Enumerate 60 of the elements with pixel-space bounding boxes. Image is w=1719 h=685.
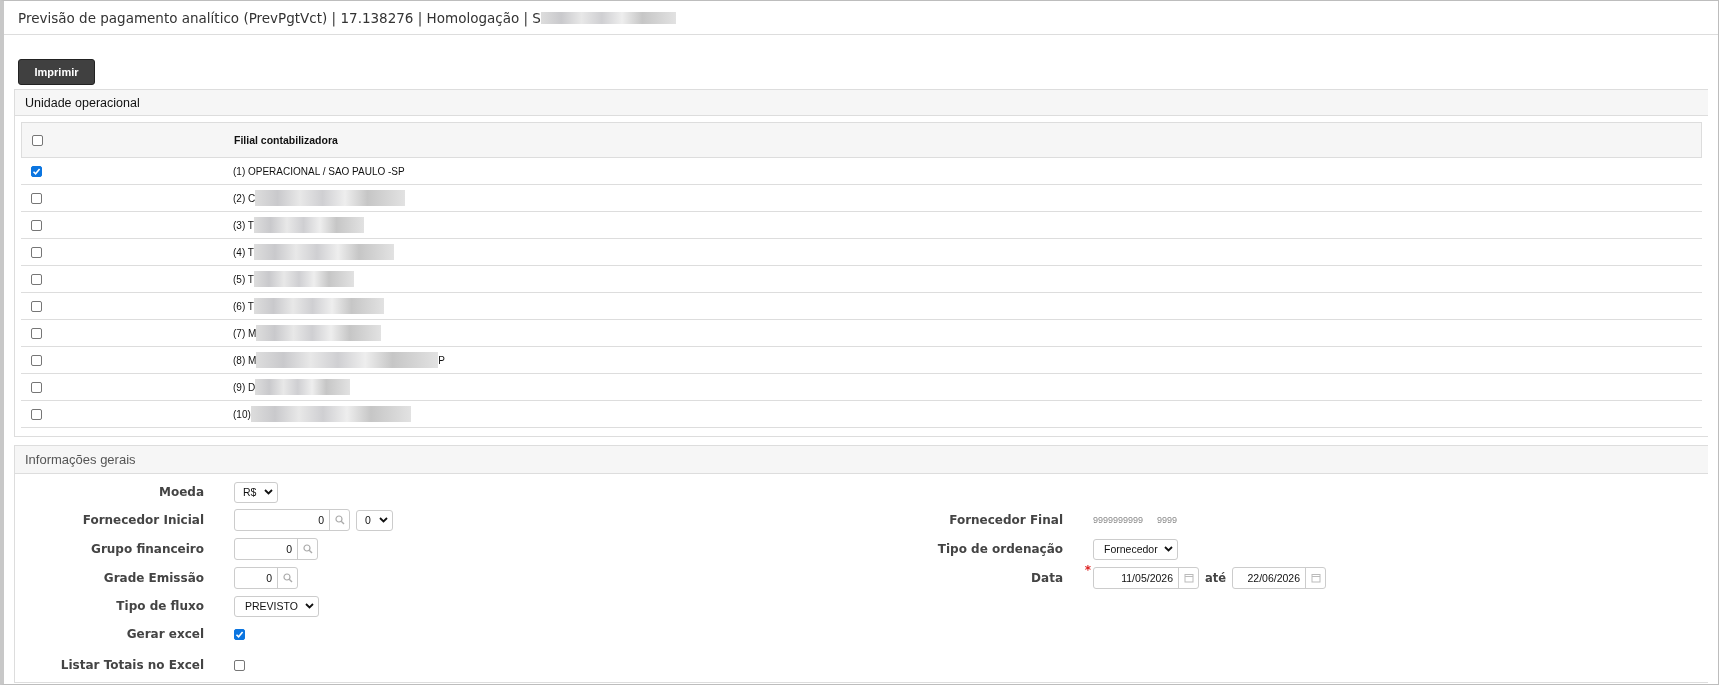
select-field[interactable]: R$ bbox=[234, 481, 278, 503]
checkbox[interactable] bbox=[234, 659, 245, 671]
table-cell: (9) D bbox=[233, 381, 256, 393]
checkbox[interactable] bbox=[31, 246, 42, 258]
checkbox[interactable] bbox=[31, 165, 42, 177]
column-header: Filial contabilizadora bbox=[234, 134, 338, 146]
lookup-field[interactable]: 0 bbox=[234, 509, 350, 531]
field-label: Tipo de fluxo bbox=[115, 599, 204, 613]
lookup-field[interactable]: 0 bbox=[234, 538, 318, 560]
field-label: Gerar excel bbox=[125, 627, 204, 641]
calendar-icon bbox=[1183, 573, 1194, 583]
chevron-down-icon bbox=[264, 489, 273, 495]
panel-header: Informações gerais bbox=[15, 446, 1708, 474]
value-text: 9999999999 bbox=[1093, 515, 1144, 525]
table-cell: (7) M bbox=[233, 327, 257, 339]
lookup-field[interactable]: 0 bbox=[234, 567, 298, 589]
field-label: Tipo de ordenação bbox=[936, 542, 1063, 556]
checkbox[interactable] bbox=[31, 408, 42, 420]
value-text: 9999 bbox=[1157, 515, 1178, 525]
calendar-icon bbox=[1310, 573, 1321, 583]
date-field[interactable]: 11/05/2026 bbox=[1093, 567, 1199, 589]
checkbox[interactable] bbox=[31, 300, 42, 312]
select-field[interactable]: Fornecedor bbox=[1093, 538, 1178, 560]
checkbox[interactable] bbox=[31, 273, 42, 285]
select-field[interactable]: 0 bbox=[356, 509, 393, 531]
field-label: Grade Emissão bbox=[102, 571, 204, 585]
checkbox[interactable] bbox=[31, 192, 42, 204]
search-icon bbox=[282, 573, 293, 583]
field-label: Grupo financeiro bbox=[90, 542, 204, 556]
table-cell: (1) OPERACIONAL / SAO PAULO -SP bbox=[233, 165, 405, 177]
checkbox[interactable] bbox=[234, 628, 245, 640]
checkbox[interactable] bbox=[31, 327, 42, 339]
select-field[interactable]: PREVISTO bbox=[234, 595, 319, 617]
print-button[interactable]: Imprimir bbox=[18, 59, 95, 85]
separator-text: até bbox=[1205, 571, 1227, 585]
checkbox[interactable] bbox=[31, 219, 42, 231]
window-title: Previsão de pagamento analítico (PrevPgtVct) | 17.138276 | Homologação | S bbox=[18, 9, 541, 26]
table-cell: (2) C bbox=[233, 192, 256, 204]
table-cell: (4) T bbox=[233, 246, 254, 258]
table-cell: P bbox=[438, 354, 445, 366]
panel-header: Unidade operacional bbox=[15, 90, 1708, 116]
field-label: Fornecedor Inicial bbox=[81, 513, 204, 527]
field-label: Listar Totais no Excel bbox=[59, 658, 204, 672]
search-icon bbox=[334, 515, 345, 525]
chevron-down-icon bbox=[305, 603, 314, 609]
table-cell: (8) M bbox=[233, 354, 257, 366]
table-cell: (5) T bbox=[233, 273, 254, 285]
required-mark: * bbox=[1084, 563, 1091, 577]
field-label: Moeda bbox=[158, 485, 204, 499]
checkbox[interactable] bbox=[31, 354, 42, 366]
date-field[interactable]: 22/06/2026 bbox=[1232, 567, 1327, 589]
table-cell: (3) T bbox=[233, 219, 254, 231]
table-cell: (10) bbox=[233, 408, 251, 420]
chevron-down-icon bbox=[1164, 546, 1173, 552]
field-label: Fornecedor Final bbox=[948, 513, 1063, 527]
chevron-down-icon bbox=[379, 517, 388, 523]
checkbox[interactable] bbox=[32, 134, 43, 146]
search-icon bbox=[302, 544, 313, 554]
table-cell: (6) T bbox=[233, 300, 254, 312]
checkbox[interactable] bbox=[31, 381, 42, 393]
